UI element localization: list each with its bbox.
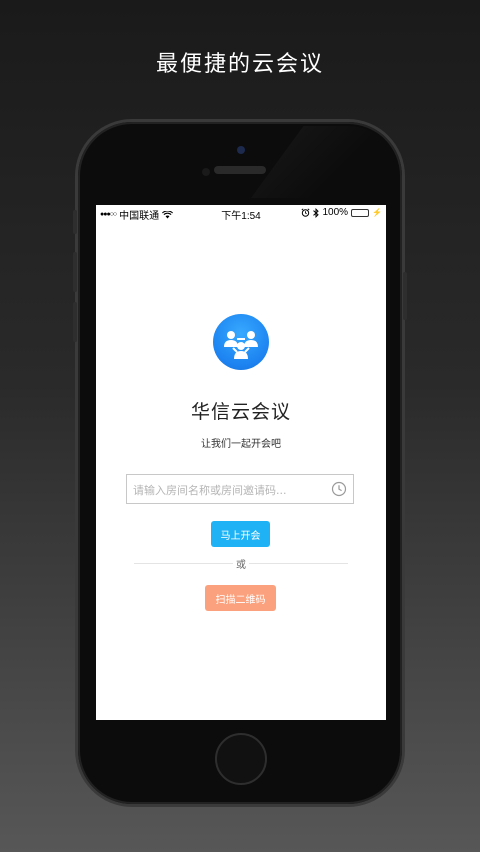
battery-percent: 100%	[322, 207, 349, 218]
bluetooth-icon	[313, 207, 320, 218]
room-input-container	[126, 474, 354, 505]
clock-icon[interactable]	[331, 481, 347, 497]
mute-switch	[73, 210, 77, 234]
app-screen: ●●●○○ 中国联通 下午1:54 100% ⚡ 华信云会议 让我们一起开会吧 …	[96, 205, 386, 720]
front-camera	[237, 146, 245, 154]
promo-headline: 最便捷的云会议	[155, 52, 324, 77]
divider-right	[249, 563, 348, 564]
earpiece-speaker	[214, 166, 266, 174]
scan-qr-button[interactable]: 扫描二维码	[205, 585, 276, 611]
start-meeting-button[interactable]: 马上开会	[211, 521, 270, 547]
volume-down-button	[73, 302, 77, 342]
home-button[interactable]	[215, 733, 267, 785]
app-title: 华信云会议	[190, 401, 291, 423]
power-button	[403, 272, 407, 320]
status-bar: ●●●○○ 中国联通 下午1:54 100% ⚡	[96, 205, 386, 222]
status-right: 100% ⚡	[301, 207, 382, 218]
app-subtitle: 让我们一起开会吧	[201, 439, 281, 450]
battery-icon	[351, 208, 370, 217]
alarm-icon	[301, 208, 310, 217]
charging-icon: ⚡	[372, 208, 382, 217]
meeting-people-icon	[213, 314, 269, 370]
room-input[interactable]	[131, 475, 325, 505]
proximity-sensor	[202, 168, 210, 176]
volume-up-button	[73, 252, 77, 292]
